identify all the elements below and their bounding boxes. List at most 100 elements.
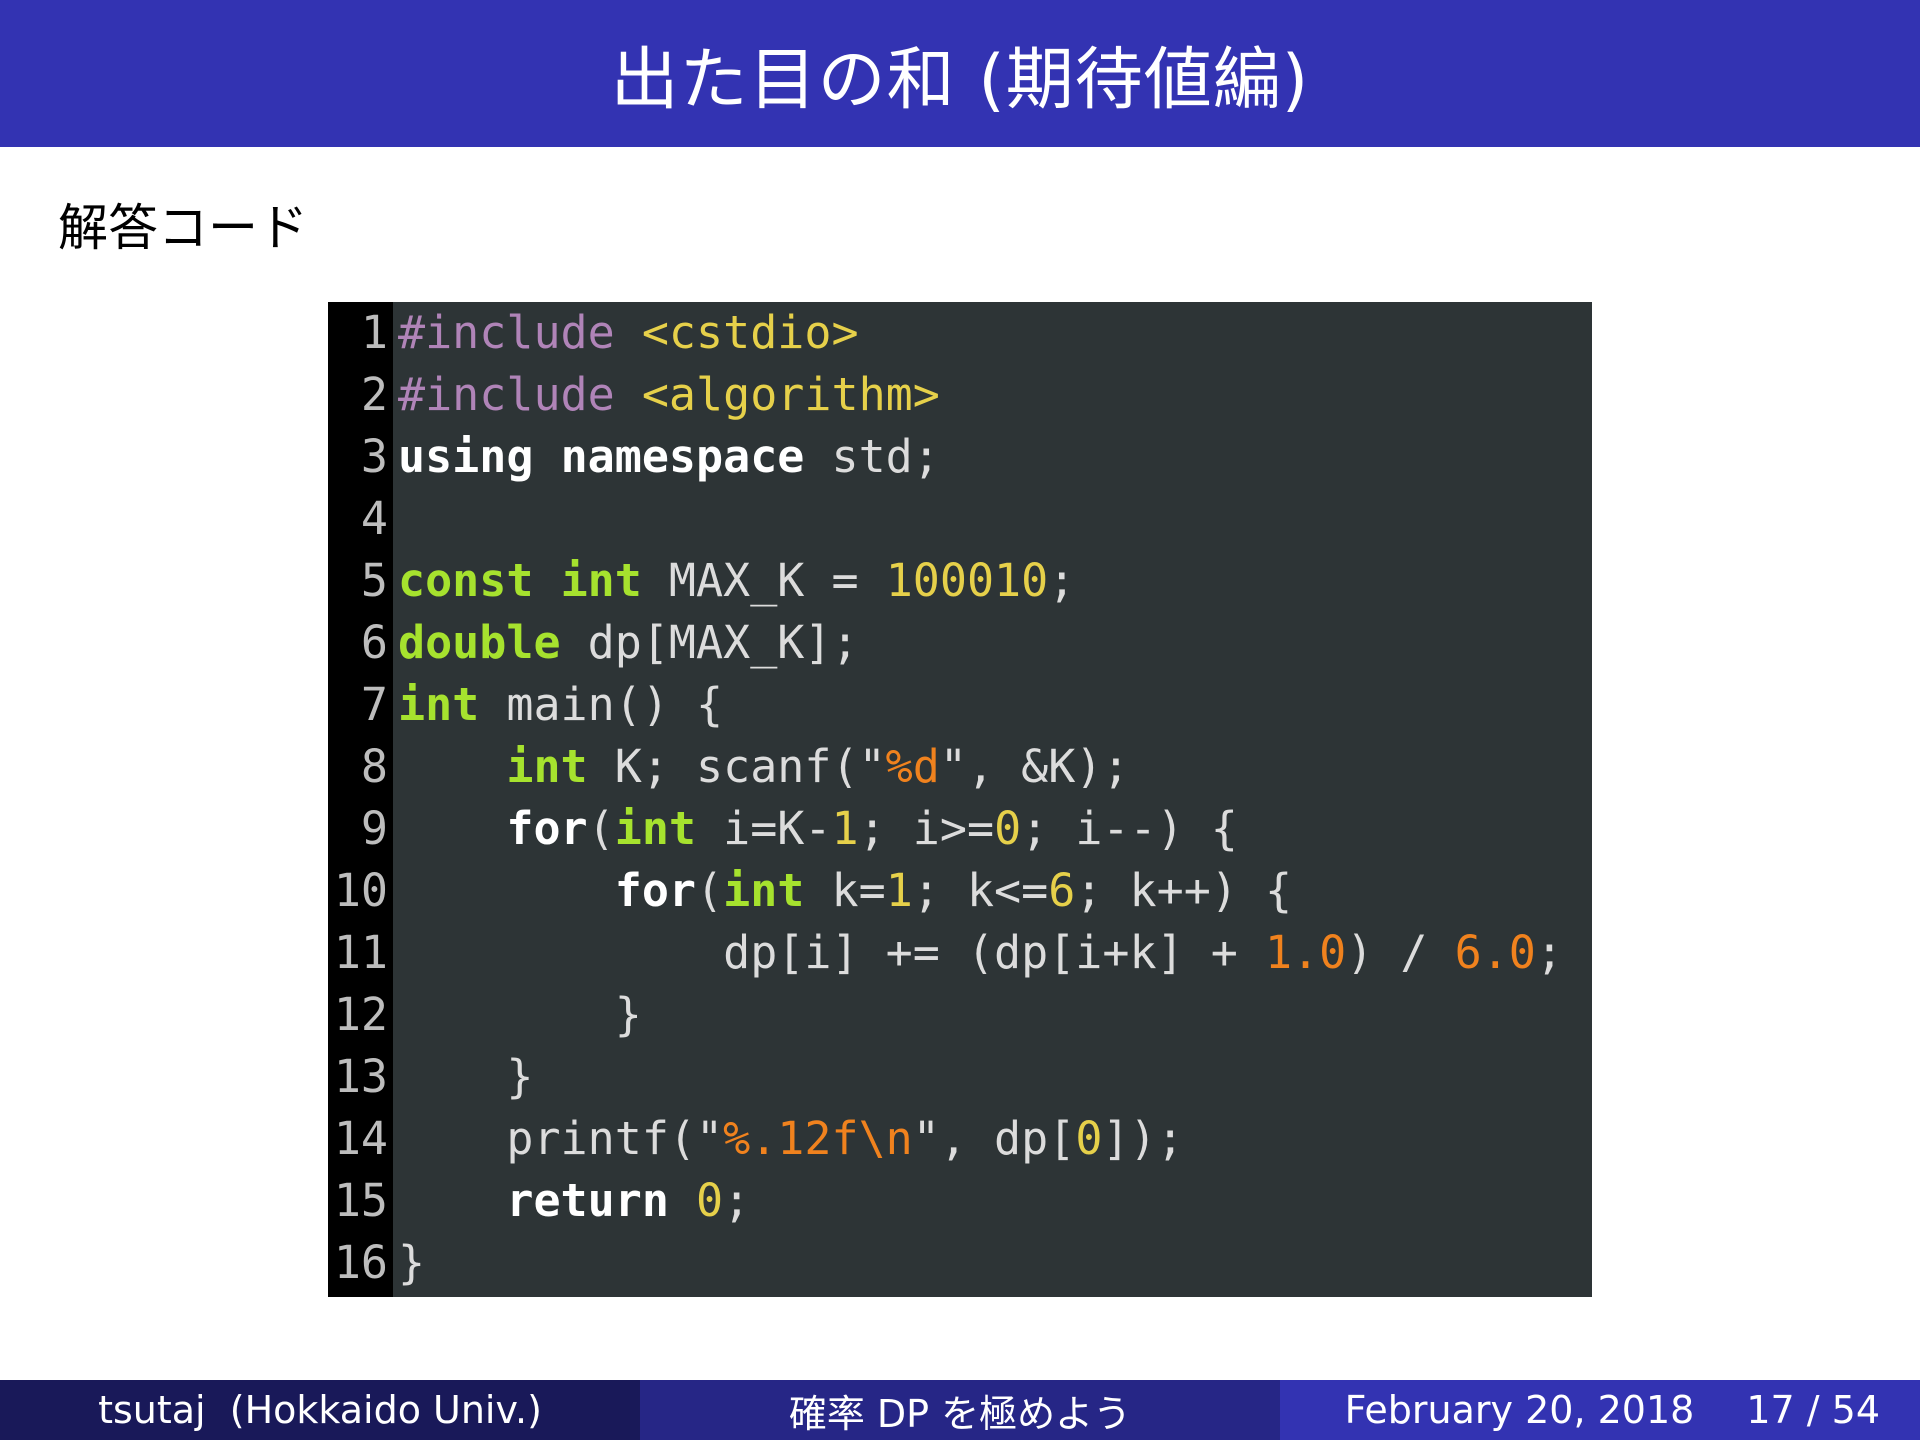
code-token: double — [398, 616, 561, 669]
code-token: 0 — [696, 1174, 724, 1227]
code-token: ( — [587, 802, 615, 855]
footer-author-section: tsutaj (Hokkaido Univ.) — [0, 1380, 640, 1440]
code-token: 1 — [885, 864, 913, 917]
code-token: ; — [723, 1174, 751, 1227]
code-text: using namespace std; — [398, 426, 940, 488]
code-line: 13 } — [328, 1046, 1592, 1108]
code-token: int — [560, 554, 642, 607]
code-token: k= — [804, 864, 886, 917]
code-token: #include — [398, 306, 642, 359]
code-token: dp[MAX_K]; — [560, 616, 859, 669]
code-text: double dp[MAX_K]; — [398, 612, 859, 674]
code-token: i=K- — [696, 802, 832, 855]
code-text: printf("%.12f\n", dp[0]); — [398, 1108, 1183, 1170]
code-text: dp[i] += (dp[i+k] + 1.0) / 6.0; — [398, 922, 1563, 984]
code-text: } — [398, 984, 642, 1046]
code-text: return 0; — [398, 1170, 750, 1232]
code-text: int main() { — [398, 674, 723, 736]
line-number: 14 — [333, 1112, 388, 1165]
footer-talk-title: 確率 DP を極めよう — [788, 1391, 1132, 1436]
code-line: 5 const int MAX_K = 100010; — [328, 550, 1592, 612]
footer-page-number: 17 / 54 — [1746, 1388, 1880, 1432]
code-text: #include <cstdio> — [398, 302, 859, 364]
code-token: ; i--) { — [1021, 802, 1238, 855]
code-token: int — [398, 678, 480, 731]
code-line: 9 for(int i=K-1; i>=0; i--) { — [328, 798, 1592, 860]
slide-title: 出た目の和 (期待値編) — [610, 41, 1310, 120]
code-token: const — [398, 554, 534, 607]
code-token: } — [398, 988, 642, 1041]
code-token: %d — [885, 740, 940, 793]
code-token: %.12f\n — [723, 1112, 913, 1165]
code-text: for(int k=1; k<=6; k++) { — [398, 860, 1292, 922]
code-line: 12 } — [328, 984, 1592, 1046]
footer-date-section: February 20, 2018 17 / 54 — [1280, 1380, 1920, 1440]
code-text: for(int i=K-1; i>=0; i--) { — [398, 798, 1238, 860]
code-token: K; scanf(" — [587, 740, 886, 793]
code-token: 1 — [831, 802, 859, 855]
code-token: 6 — [1048, 864, 1076, 917]
code-text: const int MAX_K = 100010; — [398, 550, 1075, 612]
code-line: 7 int main() { — [328, 674, 1592, 736]
code-token: 6.0 — [1454, 926, 1536, 979]
line-number: 3 — [360, 430, 388, 483]
code-token: int — [506, 740, 588, 793]
line-number: 11 — [333, 926, 388, 979]
code-token: 1.0 — [1264, 926, 1347, 979]
code-line: 2 #include <algorithm> — [328, 364, 1592, 426]
code-line: 15 return 0; — [328, 1170, 1592, 1232]
code-token: ; — [1535, 926, 1563, 979]
code-text: } — [398, 1046, 533, 1108]
line-number: 2 — [360, 368, 388, 421]
code-token: dp[i] += (dp[i+k] + — [398, 926, 1265, 979]
code-line: 16} — [328, 1232, 1592, 1294]
code-line: 14 printf("%.12f\n", dp[0]); — [328, 1108, 1592, 1170]
code-token: ", dp[ — [912, 1112, 1076, 1165]
code-line: 3 using namespace std; — [328, 426, 1592, 488]
line-number: 9 — [360, 802, 388, 855]
code-text: #include <algorithm> — [398, 364, 940, 426]
code-token: } — [398, 1050, 534, 1103]
line-number: 4 — [360, 492, 388, 545]
code-token: return — [506, 1174, 669, 1227]
code-token: for — [614, 864, 697, 917]
code-line: 8 int K; scanf("%d", &K); — [328, 736, 1592, 798]
code-token: ; k<= — [912, 864, 1049, 917]
code-line: 1 #include <cstdio> — [328, 302, 1592, 364]
code-token: ", &K); — [939, 740, 1130, 793]
code-token: } — [398, 1236, 426, 1289]
code-text: int K; scanf("%d", &K); — [398, 736, 1130, 798]
line-number: 10 — [333, 864, 388, 917]
code-line: 4 — [328, 488, 1592, 550]
code-line: 6 double dp[MAX_K]; — [328, 612, 1592, 674]
code-token: 0 — [994, 802, 1022, 855]
code-token: std; — [804, 430, 940, 483]
line-number: 8 — [360, 740, 388, 793]
code-token: int — [723, 864, 805, 917]
footer-date: February 20, 2018 — [1344, 1388, 1695, 1432]
code-token: namespace — [560, 430, 805, 483]
line-number: 7 — [360, 678, 388, 731]
line-number: 6 — [360, 616, 388, 669]
line-number: 5 — [360, 554, 388, 607]
line-number: 16 — [333, 1236, 388, 1289]
code-token: ) / — [1346, 926, 1455, 979]
code-token: ; i>= — [858, 802, 995, 855]
code-token: ; — [1048, 554, 1076, 607]
code-token: ; k++) { — [1075, 864, 1293, 917]
footer-author: tsutaj (Hokkaido Univ.) — [98, 1388, 542, 1432]
code-token: printf(" — [398, 1112, 724, 1165]
code-token: for — [506, 802, 588, 855]
code-token: int — [614, 802, 697, 855]
line-number: 12 — [333, 988, 388, 1041]
title-bar: 出た目の和 (期待値編) — [0, 0, 1920, 147]
code-panel: 1 #include <cstdio> 2 #include <algorithm> 3… — [328, 302, 1592, 1297]
code-token: <cstdio> — [641, 306, 859, 359]
code-token: <algorithm> — [641, 368, 940, 421]
code-token: #include — [398, 368, 642, 421]
code-token: MAX_K = — [641, 554, 886, 607]
